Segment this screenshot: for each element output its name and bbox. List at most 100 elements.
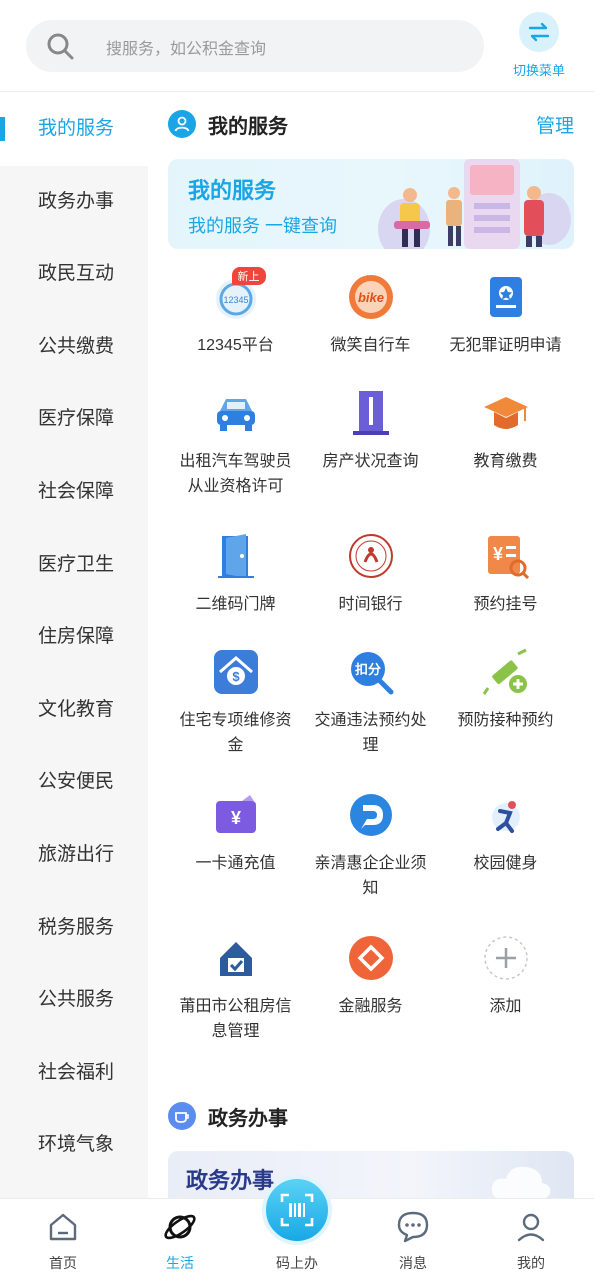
cup-icon (168, 1102, 196, 1130)
search-icon (47, 33, 74, 60)
sidebar-item-public-service[interactable]: 公共服务 (0, 964, 148, 1037)
header: 搜服务，如公积金查询 切换菜单 (0, 0, 594, 92)
time-bank-icon (347, 532, 395, 580)
sidebar-item-travel[interactable]: 旅游出行 (0, 819, 148, 892)
my-services-banner[interactable]: 我的服务 我的服务 一键查询 (168, 159, 574, 249)
service-12345[interactable]: 12345 新上 12345平台 (168, 267, 303, 358)
sidebar-item-interaction[interactable]: 政民互动 (0, 238, 148, 311)
service-finance[interactable]: 金融服务 (303, 934, 438, 1019)
service-campus-fitness[interactable]: 校园健身 (438, 791, 573, 876)
my-services-title: 我的服务 (208, 115, 288, 138)
profile-icon (513, 1209, 549, 1245)
sidebar-item-weather[interactable]: 环境气象 (0, 1109, 148, 1182)
service-label: 12345平台 (197, 337, 274, 354)
service-label: 微笑自行车 (330, 337, 411, 354)
smile-bike-icon: bike (347, 273, 395, 321)
svg-text:12345: 12345 (223, 295, 248, 305)
planet-icon (162, 1209, 198, 1245)
service-label: 添加 (489, 998, 522, 1015)
sports-icon (482, 791, 530, 839)
add-service-button[interactable]: 添加 (438, 934, 573, 1019)
switch-menu-button[interactable]: 切换菜单 (506, 12, 572, 82)
gov-affairs-banner-title: 政务办事 (186, 1168, 275, 1193)
service-label: 二维码门牌 (195, 596, 276, 613)
card-recharge-icon: ¥ (212, 791, 260, 839)
service-label: 教育缴费 (473, 453, 538, 470)
tab-label: 生活 (166, 1255, 194, 1271)
svg-text:¥: ¥ (492, 544, 502, 564)
gov-affairs-heading: 政务办事 (168, 1101, 288, 1131)
scan-code-label: 码上办 (276, 1255, 318, 1271)
svg-text:bike: bike (357, 290, 383, 305)
manage-button[interactable]: 管理 (536, 111, 574, 138)
service-time-bank[interactable]: 时间银行 (303, 532, 438, 617)
message-icon (395, 1209, 431, 1245)
service-no-crime-cert[interactable]: 无犯罪证明申请 (438, 273, 573, 358)
sidebar-item-education[interactable]: 文化教育 (0, 674, 148, 747)
public-housing-icon (212, 934, 260, 982)
service-label: 金融服务 (338, 998, 403, 1015)
sidebar-item-payment[interactable]: 公共缴费 (0, 311, 148, 384)
my-services-heading: 我的服务 (168, 109, 288, 139)
scan-code-button[interactable] (262, 1175, 332, 1245)
tab-profile[interactable]: 我的 (472, 1199, 590, 1280)
search-input[interactable]: 搜服务，如公积金查询 (26, 20, 484, 72)
traffic-points-icon: 扣分 (347, 648, 395, 696)
service-label: 无犯罪证明申请 (449, 337, 562, 354)
tab-messages[interactable]: 消息 (354, 1199, 472, 1280)
sidebar-item-social-security[interactable]: 社会保障 (0, 456, 148, 529)
add-icon (482, 934, 530, 982)
certificate-icon (482, 273, 530, 321)
sidebar-item-welfare[interactable]: 社会福利 (0, 1037, 148, 1110)
vaccine-icon (482, 648, 530, 696)
tab-label: 首页 (49, 1255, 77, 1271)
service-label: 出租汽车驾驶员从业资格许可 (179, 453, 292, 495)
service-label: 一卡通充值 (195, 855, 276, 872)
12345-icon: 12345 新上 (212, 267, 266, 321)
swap-icon (519, 12, 559, 52)
new-badge: 新上 (231, 267, 266, 285)
service-card-recharge[interactable]: ¥ 一卡通充值 (168, 791, 303, 876)
sidebar-item-police[interactable]: 公安便民 (0, 746, 148, 819)
service-traffic-violation[interactable]: 扣分 交通违法预约处理 (303, 648, 438, 758)
finance-icon (347, 934, 395, 982)
enterprise-icon (347, 791, 395, 839)
service-housing-fund[interactable]: $ 住宅专项维修资金 (168, 648, 303, 758)
category-sidebar: 我的服务 政务办事 政民互动 公共缴费 医疗保障 社会保障 医疗卫生 住房保障 … (0, 93, 148, 1198)
sidebar-item-tax[interactable]: 税务服务 (0, 892, 148, 965)
service-registration[interactable]: ¥ 预约挂号 (438, 532, 573, 617)
tab-home[interactable]: 首页 (4, 1199, 122, 1280)
sidebar-item-health[interactable]: 医疗卫生 (0, 529, 148, 602)
gov-affairs-banner[interactable]: 政务办事 (168, 1151, 574, 1198)
sidebar-item-medical-insurance[interactable]: 医疗保障 (0, 383, 148, 456)
service-education-fee[interactable]: 教育缴费 (438, 389, 573, 474)
sidebar-item-housing[interactable]: 住房保障 (0, 601, 148, 674)
sidebar-item-my-services[interactable]: 我的服务 (0, 93, 148, 166)
graduation-cap-icon (482, 389, 530, 437)
service-label: 预约挂号 (473, 596, 538, 613)
service-property-query[interactable]: 房产状况查询 (303, 389, 438, 474)
user-icon (168, 110, 196, 138)
cloud-icon (491, 1166, 551, 1198)
service-qr-doorplate[interactable]: 二维码门牌 (168, 532, 303, 617)
service-vaccination[interactable]: 预防接种预约 (438, 648, 573, 733)
service-public-housing[interactable]: 莆田市公租房信息管理 (168, 934, 303, 1044)
scan-code-icon (280, 1193, 314, 1227)
service-taxi-license[interactable]: 出租汽车驾驶员从业资格许可 (168, 389, 303, 499)
svg-text:$: $ (232, 669, 240, 684)
service-smile-bike[interactable]: bike 微笑自行车 (303, 273, 438, 358)
service-label: 交通违法预约处理 (314, 712, 427, 754)
gov-affairs-title: 政务办事 (208, 1107, 288, 1130)
door-icon (212, 532, 260, 580)
banner-title: 我的服务 (188, 178, 277, 203)
service-label: 预防接种预约 (457, 712, 554, 729)
sidebar-item-gov-affairs[interactable]: 政务办事 (0, 166, 148, 239)
service-enterprise-notice[interactable]: 亲清惠企企业须知 (303, 791, 438, 901)
tab-label: 我的 (517, 1255, 545, 1271)
service-label: 住宅专项维修资金 (179, 712, 292, 754)
tab-life[interactable]: 生活 (121, 1199, 239, 1280)
svg-text:扣分: 扣分 (354, 662, 380, 678)
house-fund-icon: $ (212, 648, 260, 696)
registration-icon: ¥ (482, 532, 530, 580)
switch-menu-label: 切换菜单 (512, 63, 565, 78)
